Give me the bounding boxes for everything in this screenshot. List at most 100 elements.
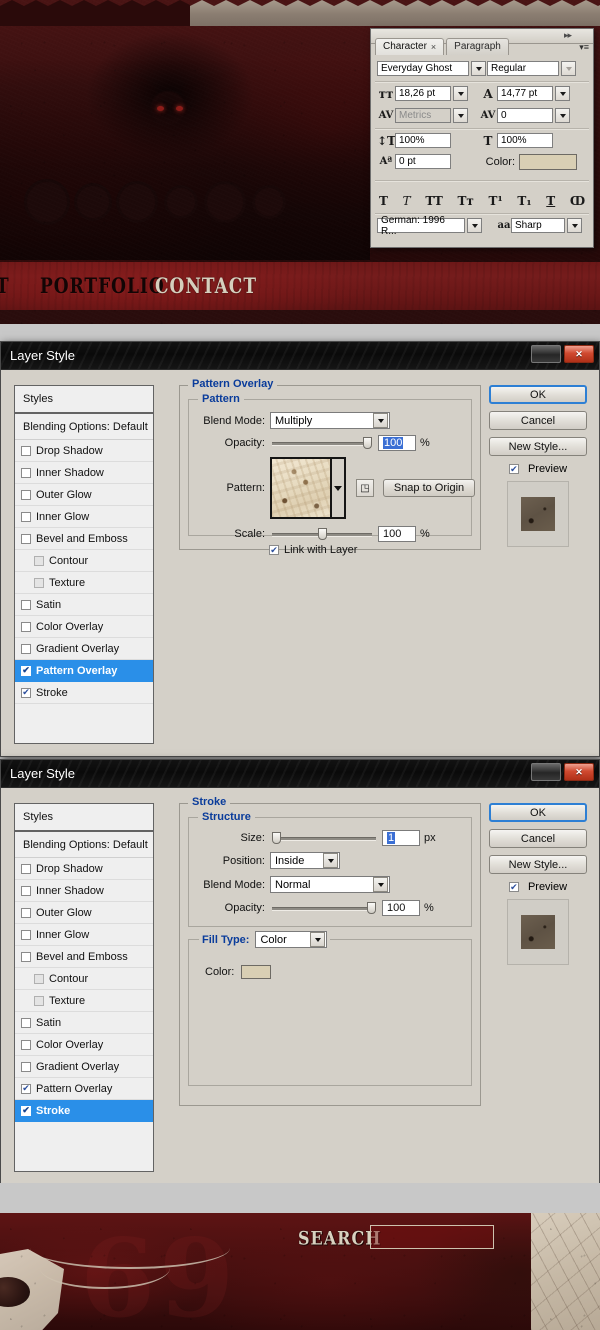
search-input[interactable] [370,1225,494,1249]
nav-item-truncated[interactable]: T [0,274,10,299]
link-with-layer-checkbox[interactable]: ✔ Link with Layer [269,544,357,556]
checkbox-icon[interactable]: ✔ [21,665,31,676]
blending-options-item[interactable]: Blending Options: Default [15,414,153,440]
checkbox-icon[interactable]: ✔ [508,464,519,474]
underline-button[interactable]: T [546,194,555,208]
subscript-button[interactable]: T₁ [517,194,531,208]
new-style-button[interactable]: New Style... [489,437,587,456]
checkbox-icon[interactable]: ✔ [508,882,519,892]
checkbox-icon[interactable]: ✔ [269,545,279,555]
anti-alias-dropdown-icon[interactable] [567,218,582,233]
dialog-title-bar[interactable]: Layer Style ✕ [1,342,599,369]
list-item[interactable]: Texture [15,990,153,1012]
checkbox-icon[interactable] [34,577,44,588]
list-item[interactable]: Bevel and Emboss [15,528,153,550]
checkbox-icon[interactable] [21,643,31,654]
nav-item-contact[interactable]: CONTACT [155,274,257,299]
checkbox-icon[interactable] [21,621,31,632]
size-input[interactable]: 1 [382,830,420,846]
strikethrough-button[interactable]: ↀ [570,194,585,208]
list-item[interactable]: Inner Glow [15,924,153,946]
list-item-stroke[interactable]: ✔ Stroke [15,682,153,704]
new-preset-icon[interactable]: ◳ [356,479,374,497]
checkbox-icon[interactable] [34,973,44,984]
list-item[interactable]: Satin [15,1012,153,1034]
vertical-scale-input[interactable]: 100% [395,133,451,148]
ok-button[interactable]: OK [489,803,587,822]
list-item[interactable]: Gradient Overlay [15,1056,153,1078]
checkbox-icon[interactable] [21,511,31,522]
language-dropdown-icon[interactable] [467,218,482,233]
opacity-slider[interactable] [272,437,372,449]
panel-menu-icon[interactable]: ▾≡ [579,43,589,52]
styles-header[interactable]: Styles [15,804,153,832]
list-item[interactable]: Satin [15,594,153,616]
font-size-dropdown-icon[interactable] [453,86,468,101]
scale-slider[interactable] [272,528,372,540]
slider-knob[interactable] [318,528,327,540]
opacity-slider[interactable] [272,902,376,914]
font-family-input[interactable]: Everyday Ghost [377,61,469,76]
cancel-button[interactable]: Cancel [489,829,587,848]
checkbox-icon[interactable] [21,863,31,874]
blending-options-item[interactable]: Blending Options: Default [15,832,153,858]
checkbox-icon[interactable] [34,555,44,566]
list-item[interactable]: Bevel and Emboss [15,946,153,968]
list-item[interactable]: Color Overlay [15,616,153,638]
list-item[interactable]: Outer Glow [15,902,153,924]
close-icon[interactable]: ✕ [564,345,594,363]
blend-mode-select[interactable]: Multiply [270,412,390,429]
list-item[interactable]: Color Overlay [15,1034,153,1056]
checkbox-icon[interactable] [21,885,31,896]
checkbox-icon[interactable] [21,1017,31,1028]
nav-item-portfolio[interactable]: PORTFOLIO [40,274,165,299]
superscript-button[interactable]: T¹ [489,194,503,208]
list-item-stroke[interactable]: ✔ Stroke [15,1100,153,1122]
checkbox-icon[interactable] [34,995,44,1006]
kerning-input[interactable]: Metrics [395,108,451,123]
close-icon[interactable]: × [431,42,436,52]
list-item[interactable]: Drop Shadow [15,858,153,880]
list-item[interactable]: Drop Shadow [15,440,153,462]
pattern-thumbnail[interactable] [270,457,332,519]
tab-character[interactable]: Character × [375,38,445,55]
checkbox-icon[interactable] [21,489,31,500]
chevron-down-icon[interactable] [310,932,326,947]
blend-mode-select[interactable]: Normal [270,876,390,893]
list-item[interactable]: Contour [15,550,153,572]
list-item[interactable]: Outer Glow [15,484,153,506]
chevron-down-icon[interactable] [373,413,388,428]
tab-paragraph[interactable]: Paragraph [446,38,509,55]
checkbox-icon[interactable] [21,1061,31,1072]
tracking-input[interactable]: 0 [497,108,553,123]
faux-italic-button[interactable]: T [403,194,411,208]
checkbox-icon[interactable] [21,929,31,940]
kerning-dropdown-icon[interactable] [453,108,468,123]
checkbox-icon[interactable]: ✔ [21,1105,31,1116]
small-caps-button[interactable]: Tт [457,194,473,208]
collapse-arrows-icon[interactable]: ▸▸ [564,30,572,41]
all-caps-button[interactable]: TT [425,194,442,208]
leading-input[interactable]: 14,77 pt [497,86,553,101]
checkbox-icon[interactable] [21,599,31,610]
pattern-picker-dropdown-icon[interactable] [332,457,346,519]
checkbox-icon[interactable]: ✔ [21,1083,31,1094]
checkbox-icon[interactable] [21,951,31,962]
preview-checkbox[interactable]: ✔ Preview [489,463,587,475]
stroke-color-swatch[interactable] [241,965,272,979]
position-select[interactable]: Inside [270,852,340,869]
font-style-input[interactable]: Regular [487,61,559,76]
list-item-pattern-overlay[interactable]: ✔ Pattern Overlay [15,660,153,682]
anti-alias-input[interactable]: Sharp [511,218,565,233]
opacity-input[interactable]: 100 [382,900,420,916]
language-input[interactable]: German: 1996 R... [377,215,465,237]
tracking-dropdown-icon[interactable] [555,108,570,123]
scale-input[interactable]: 100 [378,526,416,542]
new-style-button[interactable]: New Style... [489,855,587,874]
size-slider[interactable] [272,832,376,844]
cancel-button[interactable]: Cancel [489,411,587,430]
styles-header[interactable]: Styles [15,386,153,414]
list-item[interactable]: Inner Shadow [15,462,153,484]
opacity-input[interactable]: 100 [378,435,416,451]
checkbox-icon[interactable] [21,445,31,456]
